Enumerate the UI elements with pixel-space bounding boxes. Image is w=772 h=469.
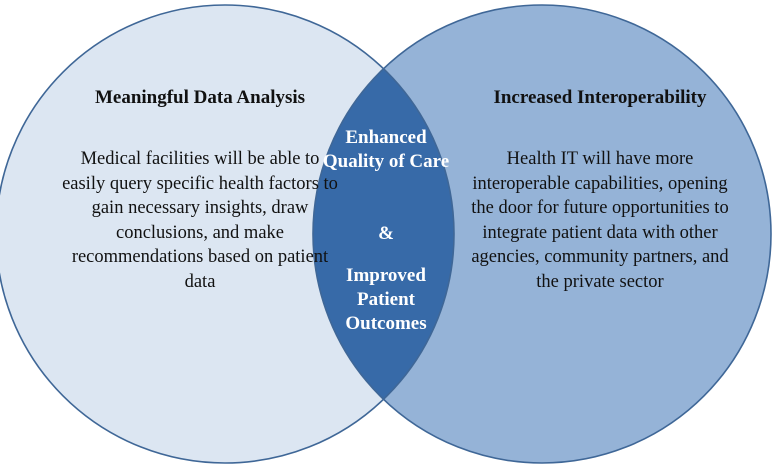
overlap-title: Enhanced Quality of Care [322,127,450,172]
overlap-ampersand: & [378,223,394,244]
overlap-subtitle: Improved Patient Outcomes [345,265,427,334]
right-body: Health IT will have more interoperable c… [471,149,729,292]
left-body: Medical facilities will be able to easil… [62,149,338,292]
left-title: Meaningful Data Analysis [94,87,306,108]
right-title: Increased Interoperability [493,87,707,108]
